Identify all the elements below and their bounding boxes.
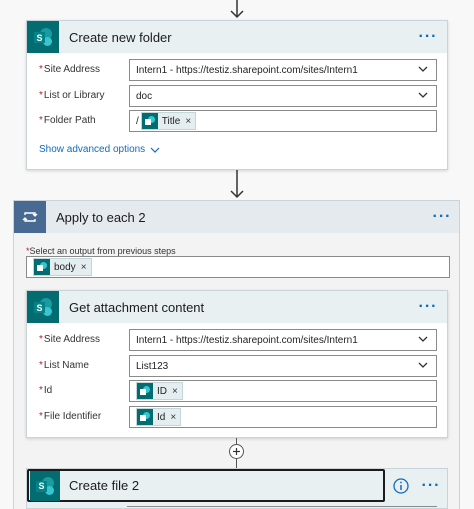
site-address-value: Intern1 - https://testiz.sharepoint.com/… — [136, 334, 358, 346]
loop-icon — [14, 201, 46, 233]
list-library-dropdown[interactable]: doc — [129, 85, 437, 107]
list-library-label: List or Library — [43, 90, 105, 101]
select-output-label: Select an output from previous steps — [29, 246, 176, 256]
site-address-label: Site Address — [43, 334, 101, 345]
remove-token-icon[interactable]: × — [185, 116, 191, 127]
more-options-icon[interactable]: ··· — [418, 478, 444, 494]
path-prefix: / — [136, 115, 139, 127]
sharepoint-icon: S — [27, 291, 59, 323]
sharepoint-icon — [137, 409, 153, 425]
chevron-down-icon — [418, 66, 428, 72]
list-library-value: doc — [136, 90, 153, 102]
connector-arrow-icon — [230, 0, 244, 19]
connector-arrow-icon — [230, 170, 244, 199]
create-file-header[interactable]: S Create file 2 — [27, 469, 385, 502]
card-title: Apply to each 2 — [56, 209, 146, 225]
more-options-icon[interactable]: ··· — [429, 209, 455, 225]
chevron-down-icon — [150, 147, 160, 153]
card-title: Create new folder — [69, 29, 172, 45]
get-attachment-card[interactable]: S Get attachment content ··· *Site Addre… — [26, 290, 448, 438]
sharepoint-icon — [141, 113, 158, 129]
sharepoint-icon: S — [30, 470, 60, 501]
add-step-button[interactable] — [229, 444, 244, 459]
id-input[interactable]: ID × — [129, 380, 437, 402]
more-options-icon[interactable]: ··· — [415, 29, 441, 45]
remove-token-icon[interactable]: × — [170, 412, 176, 423]
file-identifier-input[interactable]: Id × — [129, 406, 437, 428]
site-address-value: Intern1 - https://testiz.sharepoint.com/… — [136, 64, 358, 76]
create-folder-card[interactable]: S Create new folder ··· *Site Address In… — [26, 20, 448, 170]
info-icon[interactable] — [393, 478, 409, 494]
body-token[interactable]: body × — [33, 258, 92, 276]
site-address-dropdown[interactable]: Intern1 - https://testiz.sharepoint.com/… — [129, 329, 437, 351]
list-name-label: List Name — [43, 360, 89, 371]
remove-token-icon[interactable]: × — [81, 262, 87, 273]
chevron-down-icon — [418, 92, 428, 98]
remove-token-icon[interactable]: × — [172, 386, 178, 397]
sharepoint-icon — [34, 259, 50, 275]
chevron-down-icon — [418, 336, 428, 342]
title-token[interactable]: Title × — [140, 112, 197, 130]
get-attachment-header[interactable]: S Get attachment content ··· — [27, 291, 447, 323]
site-address-dropdown[interactable]: Intern1 - https://testiz.sharepoint.com/… — [129, 59, 437, 81]
file-identifier-label: File Identifier — [43, 411, 102, 422]
show-advanced-options-link[interactable]: Show advanced options — [39, 144, 160, 155]
sharepoint-icon — [137, 383, 153, 399]
card-title: Get attachment content — [69, 299, 205, 315]
create-file-card[interactable]: S Create file 2 ··· — [26, 468, 448, 509]
folder-path-label: Folder Path — [43, 115, 96, 126]
list-name-value: List123 — [136, 360, 169, 372]
select-output-input[interactable]: body × — [26, 256, 450, 278]
file-id-token[interactable]: Id × — [136, 408, 182, 426]
card-title: Create file 2 — [69, 478, 140, 493]
create-folder-header[interactable]: S Create new folder ··· — [27, 21, 447, 53]
folder-path-input[interactable]: / Title × — [129, 110, 437, 132]
more-options-icon[interactable]: ··· — [415, 299, 441, 315]
list-name-dropdown[interactable]: List123 — [129, 355, 437, 377]
sharepoint-icon: S — [27, 21, 59, 53]
id-label: Id — [43, 385, 53, 396]
apply-to-each-header[interactable]: Apply to each 2 ··· — [14, 201, 459, 233]
site-address-label: Site Address — [43, 64, 101, 75]
id-token[interactable]: ID × — [136, 382, 183, 400]
chevron-down-icon — [418, 362, 428, 368]
plus-icon — [233, 448, 240, 455]
